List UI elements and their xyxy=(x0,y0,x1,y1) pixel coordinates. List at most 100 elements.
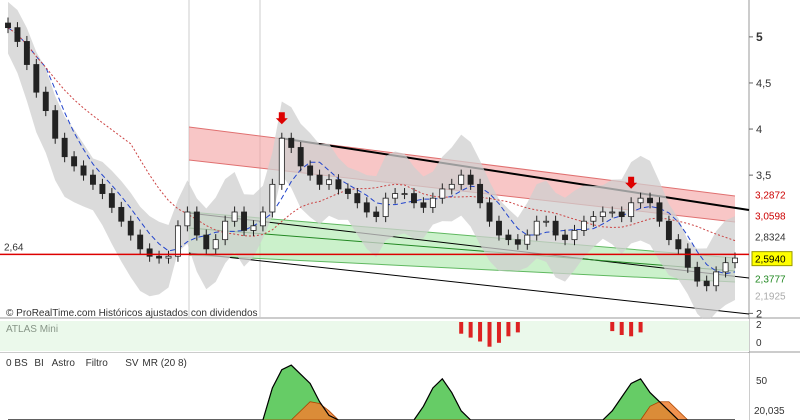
candle-body xyxy=(439,188,446,199)
atlas-mini-bar xyxy=(459,322,464,334)
candle-body xyxy=(514,239,521,245)
atlas-mini-bar xyxy=(515,322,520,333)
level-badge-label: 3,0598 xyxy=(755,212,786,223)
candle-body xyxy=(448,183,455,190)
candle-body xyxy=(580,220,587,231)
candle-body xyxy=(628,202,635,218)
support-line-label: 2,64 xyxy=(4,242,24,253)
atlas-mini-bar xyxy=(629,322,634,337)
level-badge-label: 3,2872 xyxy=(755,191,786,202)
atlas-mini-bar xyxy=(487,322,492,347)
candle-body xyxy=(684,248,691,268)
candle-body xyxy=(713,271,720,287)
candle-body xyxy=(71,156,78,167)
candle-body xyxy=(524,234,531,245)
candle-body xyxy=(543,220,550,223)
candle-body xyxy=(486,202,493,222)
astro-legend-item: SV xyxy=(125,358,139,369)
price-tick-label: 3,5 xyxy=(756,170,771,182)
candle-body xyxy=(307,165,314,176)
astro-filter-panel: 50 20,035 0 BS BI Astro Filtro SV MR (20 8) xyxy=(0,353,785,420)
candle-body xyxy=(108,193,115,208)
candle-body xyxy=(599,211,606,218)
candle-body xyxy=(80,165,87,176)
candle-body xyxy=(222,220,229,241)
level-badge-label: 2,5940 xyxy=(755,255,786,266)
candle-body xyxy=(90,174,96,185)
candle-body xyxy=(656,202,663,222)
candle-body xyxy=(335,179,342,190)
candle-body xyxy=(326,179,332,185)
astro-legend-item: MR (20 8) xyxy=(142,358,186,369)
candle-body xyxy=(250,225,257,231)
candle-body xyxy=(571,230,578,241)
candle-body xyxy=(165,255,172,259)
candle-body xyxy=(297,147,304,167)
astro-tick-bottom: 20,035 xyxy=(754,406,785,417)
candle-body xyxy=(495,220,502,236)
atlas-mini-bar xyxy=(496,322,501,343)
candle-body xyxy=(14,27,21,42)
candle-body xyxy=(533,220,540,236)
atlas-mini-zone xyxy=(0,321,749,351)
candle-body xyxy=(23,41,30,65)
astro-legend-item: Filtro xyxy=(86,358,109,369)
watermark: © ProRealTime.com Históricos ajustados c… xyxy=(6,308,258,319)
price-tick-label: 4 xyxy=(756,124,762,136)
atlas-mini-tick-bottom: 0 xyxy=(756,338,762,349)
candle-body xyxy=(618,211,625,218)
candle-body xyxy=(137,234,144,250)
candle-body xyxy=(344,188,351,194)
candle-body xyxy=(467,174,474,185)
candle-body xyxy=(665,220,672,241)
candle-body xyxy=(259,211,266,227)
candle-body xyxy=(505,234,512,241)
atlas-mini-panel: ATLAS Mini 2 0 xyxy=(0,319,762,352)
candle-body xyxy=(278,137,285,185)
candle-body xyxy=(241,211,248,231)
candle-body xyxy=(316,174,323,185)
candle-body xyxy=(184,211,191,227)
candle-body xyxy=(675,239,682,250)
candle-body xyxy=(288,137,295,148)
price-tick-label: 5 xyxy=(756,30,763,44)
level-badge-label: 2,1925 xyxy=(755,292,786,303)
level-badge-label: 2,3777 xyxy=(755,275,786,286)
trading-chart: 2,64 © ProRealTime.com Históricos ajusta… xyxy=(0,0,800,420)
atlas-mini-bar xyxy=(610,322,615,332)
candle-body xyxy=(420,202,427,208)
atlas-mini-bar xyxy=(638,322,643,333)
candle-body xyxy=(363,202,370,213)
candle-body xyxy=(609,211,616,214)
candle-body xyxy=(61,137,68,158)
candle-body xyxy=(52,110,59,139)
candle-body xyxy=(269,183,276,213)
astro-tick-top: 50 xyxy=(756,376,768,387)
candle-body xyxy=(33,64,40,93)
candle-body xyxy=(382,197,389,218)
candle-body xyxy=(458,174,465,185)
candle-body xyxy=(127,220,134,236)
atlas-mini-bar xyxy=(506,322,511,337)
price-tick-label: 2 xyxy=(756,308,762,320)
atlas-mini-bar xyxy=(619,322,624,335)
candle-body xyxy=(203,234,210,250)
candle-body xyxy=(732,257,738,264)
candle-body xyxy=(118,206,125,222)
candle-body xyxy=(174,225,181,257)
candle-body xyxy=(42,91,49,112)
candle-body xyxy=(552,220,559,236)
price-tick-label: 4,5 xyxy=(756,78,771,90)
astro-legend-item: 0 BS xyxy=(6,358,28,369)
atlas-mini-bar xyxy=(478,322,483,342)
astro-legend-item: BI xyxy=(34,358,43,369)
candle-body xyxy=(429,197,436,208)
candle-body xyxy=(477,183,484,204)
candle-body xyxy=(562,234,569,241)
candle-body xyxy=(156,255,163,259)
level-badges: 3,2872 3,0598 2,8324 2,5940 2,3777 2,1925 xyxy=(751,187,793,303)
candle-body xyxy=(212,239,219,250)
candle-body xyxy=(694,266,701,282)
level-badge-label: 2,8324 xyxy=(755,233,786,244)
candle-body xyxy=(401,193,408,195)
